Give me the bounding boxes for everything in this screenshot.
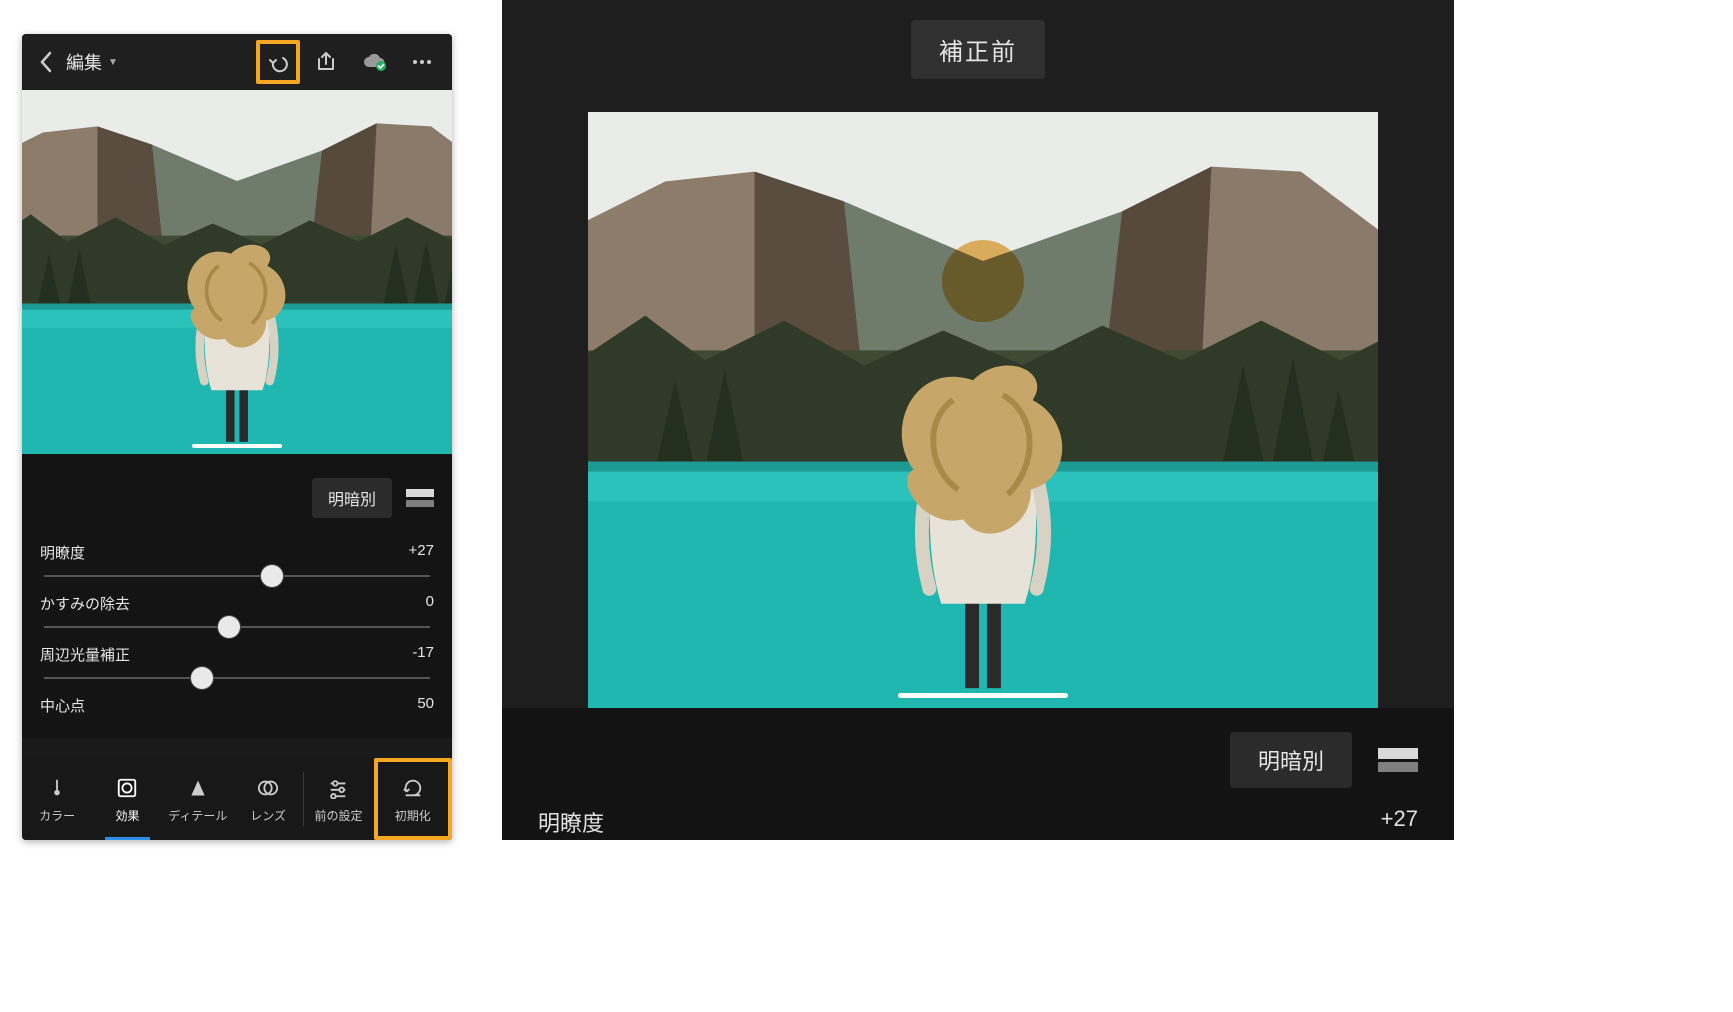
mode-title: 編集: [66, 49, 102, 75]
triangle-icon: [185, 775, 211, 801]
mode-dropdown[interactable]: 編集 ▼: [66, 49, 118, 75]
vignette-icon: [114, 775, 140, 801]
top-toolbar: 編集 ▼: [22, 34, 452, 90]
tab-label: 効果: [115, 807, 139, 824]
tab-lens[interactable]: レンズ: [233, 758, 303, 840]
tab-label: ディテール: [168, 807, 227, 824]
slider-value: +27: [409, 542, 434, 563]
tab-label: 前の設定: [314, 807, 362, 824]
slider-clarity[interactable]: 明瞭度 +27: [40, 536, 434, 587]
reset-icon: [400, 775, 426, 801]
slider-value: -17: [412, 644, 434, 665]
thermometer-icon: [44, 775, 70, 801]
share-button[interactable]: [304, 40, 348, 84]
tab-label: カラー: [39, 807, 75, 824]
slider-vignette-midpoint[interactable]: 中心点 50: [40, 689, 434, 738]
tab-label: 初期化: [395, 807, 431, 824]
slider-dehaze[interactable]: かすみの除去 0: [40, 587, 434, 638]
tab-detail[interactable]: ディテール: [163, 758, 233, 840]
slider-clarity-readout: 明瞭度 +27: [538, 806, 1418, 838]
bottom-tab-bar: カラー 効果 ディテール レンズ 前の設定 初期化: [22, 758, 452, 840]
undo-button[interactable]: [256, 40, 300, 84]
tab-previous[interactable]: 前の設定: [303, 758, 373, 840]
tab-color[interactable]: カラー: [22, 758, 92, 840]
scrubber-handle[interactable]: [898, 693, 1068, 698]
tab-effects[interactable]: 効果: [92, 758, 162, 840]
more-button[interactable]: [400, 40, 444, 84]
slider-label: かすみの除去: [40, 593, 130, 614]
sliders-icon: [325, 775, 351, 801]
slider-label: 明瞭度: [538, 806, 604, 838]
tab-reset[interactable]: 初期化: [374, 758, 452, 840]
before-photo[interactable]: [588, 112, 1378, 708]
tab-label: レンズ: [250, 807, 286, 824]
slider-value: +27: [1381, 806, 1418, 838]
before-controls: 明暗別 明瞭度 +27: [502, 708, 1454, 840]
scrubber-handle[interactable]: [192, 444, 282, 448]
slider-label: 中心点: [40, 695, 85, 716]
slider-value: 50: [417, 695, 434, 716]
editor-panel: 編集 ▼ 明暗別 明瞭度 +27: [22, 34, 452, 840]
split-tone-icon: [406, 489, 434, 507]
cloud-sync-icon[interactable]: [352, 40, 396, 84]
effects-controls: 明暗別 明瞭度 +27 かすみの除去 0 周辺光量補正 -17: [22, 454, 452, 738]
photo-preview[interactable]: [22, 90, 452, 454]
before-preview-panel: 補正前 明暗別 明瞭度 +27: [502, 0, 1454, 840]
slider-label: 明瞭度: [40, 542, 85, 563]
slider-value: 0: [426, 593, 434, 614]
before-label: 補正前: [911, 20, 1045, 79]
lens-icon: [255, 775, 281, 801]
slider-label: 周辺光量補正: [40, 644, 130, 665]
back-button[interactable]: [30, 42, 62, 82]
dropdown-caret-icon: ▼: [108, 57, 118, 68]
slider-vignette-amount[interactable]: 周辺光量補正 -17: [40, 638, 434, 689]
split-tone-button[interactable]: 明暗別: [312, 478, 392, 518]
split-tone-button[interactable]: 明暗別: [1230, 732, 1352, 788]
split-tone-icon: [1378, 748, 1418, 772]
touch-indicator-icon: [942, 240, 1024, 322]
